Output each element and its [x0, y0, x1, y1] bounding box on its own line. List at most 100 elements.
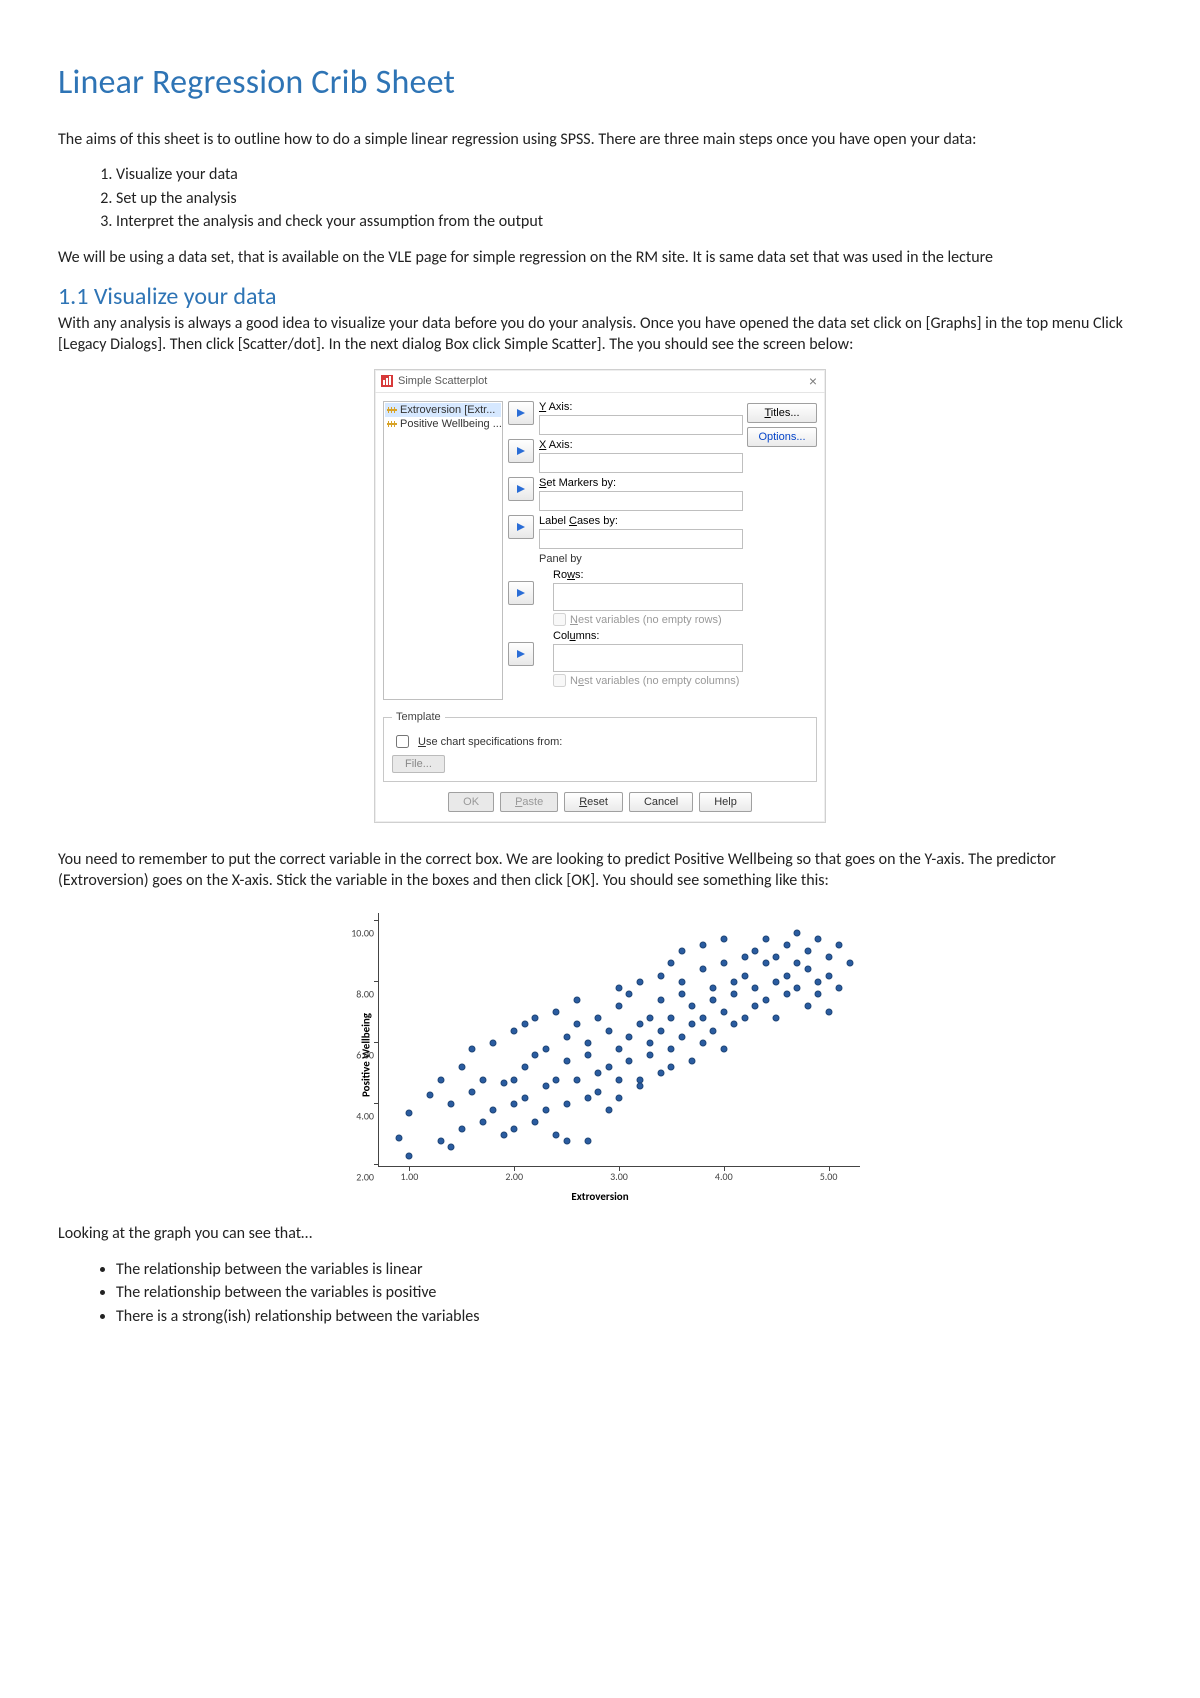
data-point	[458, 1064, 465, 1071]
data-point	[710, 984, 717, 991]
data-point	[616, 1003, 623, 1010]
data-point	[825, 954, 832, 961]
data-point	[794, 929, 801, 936]
y-axis-label: Y Axis:	[539, 401, 743, 413]
checkbox-icon[interactable]	[396, 735, 409, 748]
label-cases-label: Label Cases by:	[539, 515, 743, 527]
data-point	[741, 972, 748, 979]
nest-rows-checkbox[interactable]: Nest variables (no empty rows)	[553, 613, 743, 626]
dialog-titlebar[interactable]: Simple Scatterplot ×	[375, 370, 825, 393]
x-tick-mark	[724, 1167, 725, 1171]
data-point	[815, 990, 822, 997]
panel-by-label: Panel by	[539, 553, 743, 565]
checkbox-icon[interactable]	[553, 674, 566, 687]
label-rest: est variables (no empty rows)	[578, 614, 722, 626]
variable-item[interactable]: Positive Wellbeing ...	[385, 417, 501, 431]
data-point	[532, 1119, 539, 1126]
data-point	[500, 1079, 507, 1086]
observation-item: There is a strong(ish) relationship betw…	[116, 1306, 1142, 1328]
page-title: Linear Regression Crib Sheet	[58, 62, 1142, 103]
data-point	[553, 1009, 560, 1016]
observation-item: The relationship between the variables i…	[116, 1259, 1142, 1281]
btn-rest: itles...	[771, 407, 800, 419]
data-point	[752, 1003, 759, 1010]
x-axis-field[interactable]	[539, 453, 743, 473]
main-steps-list: Visualize your data Set up the analysis …	[98, 164, 1142, 233]
y-tick-label: 8.00	[346, 987, 374, 1000]
set-markers-field[interactable]	[539, 491, 743, 511]
step-item: Interpret the analysis and check your as…	[116, 211, 1142, 233]
data-point	[636, 1082, 643, 1089]
y-axis-field[interactable]	[539, 415, 743, 435]
data-point	[469, 1045, 476, 1052]
simple-scatterplot-dialog[interactable]: Simple Scatterplot × Extroversion [Extr.…	[374, 369, 826, 823]
data-point	[479, 1076, 486, 1083]
panel-columns-field[interactable]	[553, 644, 743, 672]
x-tick-label: 2.00	[505, 1170, 523, 1183]
reset-button[interactable]: Reset	[564, 792, 623, 812]
panel-rows-field[interactable]	[553, 583, 743, 611]
data-point	[846, 960, 853, 967]
data-point	[668, 960, 675, 967]
data-point	[490, 1039, 497, 1046]
step-item: Set up the analysis	[116, 188, 1142, 210]
y-tick-mark	[374, 981, 378, 982]
move-to-rows-button[interactable]	[508, 581, 534, 605]
label-cases-field[interactable]	[539, 529, 743, 549]
y-tick-label: 4.00	[346, 1110, 374, 1123]
data-point	[804, 1003, 811, 1010]
data-point	[406, 1110, 413, 1117]
underline-char: C	[569, 515, 577, 527]
data-point	[689, 1003, 696, 1010]
data-point	[825, 972, 832, 979]
data-point	[773, 954, 780, 961]
help-button[interactable]: Help	[699, 792, 752, 812]
data-point	[804, 948, 811, 955]
y-tick-mark	[374, 1103, 378, 1104]
data-point	[574, 1076, 581, 1083]
data-point	[605, 1107, 612, 1114]
nest-columns-checkbox[interactable]: Nest variables (no empty columns)	[553, 674, 743, 687]
data-point	[752, 984, 759, 991]
data-point	[448, 1143, 455, 1150]
data-point	[762, 997, 769, 1004]
x-tick-mark	[619, 1167, 620, 1171]
move-to-columns-button[interactable]	[508, 642, 534, 666]
cancel-button[interactable]: Cancel	[629, 792, 693, 812]
data-point	[574, 997, 581, 1004]
data-point	[668, 1015, 675, 1022]
titles-button[interactable]: Titles...	[747, 403, 817, 423]
data-point	[794, 960, 801, 967]
close-icon[interactable]: ×	[809, 374, 817, 388]
data-point	[836, 984, 843, 991]
data-point	[427, 1091, 434, 1098]
data-point	[636, 978, 643, 985]
data-point	[720, 1045, 727, 1052]
move-to-markers-button[interactable]	[508, 477, 534, 501]
data-point	[678, 978, 685, 985]
data-point	[563, 1101, 570, 1108]
label-pre: Label	[539, 515, 569, 527]
set-markers-label: Set Markers by:	[539, 477, 743, 489]
checkbox-icon[interactable]	[553, 613, 566, 626]
data-point	[584, 1039, 591, 1046]
data-point	[521, 1021, 528, 1028]
variable-item[interactable]: Extroversion [Extr...	[385, 403, 501, 417]
use-chart-spec-checkbox[interactable]: Use chart specifications from:	[392, 732, 808, 751]
move-to-cases-button[interactable]	[508, 515, 534, 539]
options-button[interactable]: Options...	[747, 427, 817, 447]
move-to-y-axis-button[interactable]	[508, 401, 534, 425]
variable-list[interactable]: Extroversion [Extr... Positive Wellbeing…	[383, 401, 503, 700]
data-point	[668, 1045, 675, 1052]
move-to-x-axis-button[interactable]	[508, 439, 534, 463]
dialog-footer: OK Paste Reset Cancel Help	[375, 784, 825, 822]
data-point	[458, 1125, 465, 1132]
ok-button[interactable]: OK	[448, 792, 494, 812]
data-point	[542, 1045, 549, 1052]
data-point	[825, 1009, 832, 1016]
data-point	[511, 1101, 518, 1108]
data-point	[437, 1137, 444, 1144]
label-rest: st variables (no empty columns)	[584, 675, 739, 687]
paste-button[interactable]: Paste	[500, 792, 558, 812]
file-button[interactable]: File...	[392, 755, 445, 773]
